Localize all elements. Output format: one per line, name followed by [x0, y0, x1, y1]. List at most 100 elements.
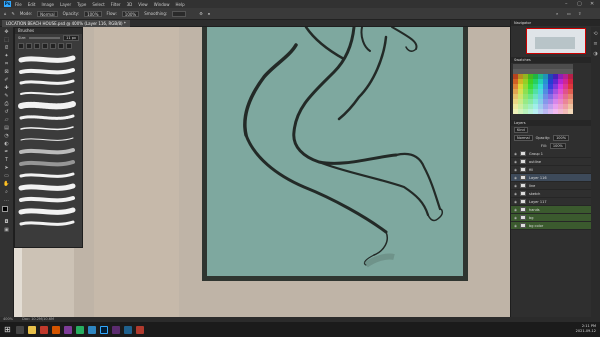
visibility-eye-icon[interactable]: ◉ [514, 160, 518, 164]
dodge-tool-icon[interactable]: ◐ [3, 141, 11, 147]
mode-select[interactable]: Normal [37, 10, 58, 17]
system-clock[interactable]: 2:11 PM 2021-09-12 [576, 324, 596, 334]
menu-layer[interactable]: Layer [60, 2, 71, 7]
menu-filter[interactable]: Filter [111, 2, 121, 7]
brush-size-input[interactable]: 11 px [63, 35, 79, 41]
screen-mode-icon[interactable]: ▣ [3, 227, 11, 233]
foreground-color[interactable] [1, 206, 8, 212]
visibility-eye-icon[interactable]: ◉ [514, 216, 518, 220]
visibility-eye-icon[interactable]: ◉ [514, 208, 518, 212]
frame-tool-icon[interactable]: ⊠ [3, 69, 11, 75]
recent-brush[interactable] [34, 43, 40, 49]
more-tools-icon[interactable]: … [3, 197, 11, 203]
menu-image[interactable]: Image [41, 2, 54, 7]
history-brush-tool-icon[interactable]: ↺ [3, 109, 11, 115]
close-button[interactable]: ✕ [590, 1, 594, 7]
swatches-panel-title[interactable]: Swatches [511, 57, 600, 63]
navigator-thumbnail[interactable] [525, 28, 586, 54]
adjustments-icon[interactable]: ◑ [591, 51, 600, 57]
search-icon[interactable]: ⌕ [556, 11, 558, 16]
visibility-eye-icon[interactable]: ◉ [514, 168, 518, 172]
symmetry-icon[interactable]: ᴥ [208, 11, 210, 16]
blur-tool-icon[interactable]: ◔ [3, 133, 11, 139]
visibility-eye-icon[interactable]: ◉ [514, 224, 518, 228]
zoom-level[interactable]: 400% [3, 317, 13, 321]
menu-3d[interactable]: 3D [127, 2, 133, 7]
visibility-eye-icon[interactable]: ◉ [514, 192, 518, 196]
recent-brush[interactable] [42, 43, 48, 49]
app-icon[interactable] [112, 325, 120, 334]
properties-icon[interactable]: ≡ [591, 41, 600, 47]
recent-brush[interactable] [50, 43, 56, 49]
layer-row[interactable]: ◉ bg color [511, 222, 600, 230]
layer-row[interactable]: ◉ bg [511, 214, 600, 222]
color-swatch[interactable] [568, 109, 573, 114]
hand-tool-icon[interactable]: ✋ [3, 181, 11, 187]
photoshop-logo-icon[interactable]: Ps [4, 1, 11, 7]
marquee-tool-icon[interactable]: ⬚ [3, 37, 11, 43]
share-icon[interactable]: ⇪ [578, 11, 581, 16]
menu-type[interactable]: Type [77, 2, 86, 7]
workspace-icon[interactable]: ▭ [567, 11, 571, 16]
visibility-eye-icon[interactable]: ◉ [514, 200, 518, 204]
layer-row[interactable]: ◉ hands [511, 206, 600, 214]
brush-tool-icon[interactable]: ✎ [3, 93, 11, 99]
canvas-area[interactable] [14, 27, 510, 317]
clone-stamp-tool-icon[interactable]: ⎙ [3, 101, 11, 107]
photoshop-taskbar-icon[interactable] [100, 325, 108, 334]
app-icon[interactable] [136, 325, 144, 334]
minimize-button[interactable]: – [565, 1, 568, 7]
artwork-canvas[interactable] [14, 27, 510, 317]
recent-brush[interactable] [58, 43, 64, 49]
recent-brush[interactable] [26, 43, 32, 49]
eyedropper-tool-icon[interactable]: ✐ [3, 77, 11, 83]
maximize-button[interactable]: ▢ [577, 1, 582, 7]
visibility-eye-icon[interactable]: ◉ [514, 152, 518, 156]
menu-file[interactable]: File [15, 2, 22, 7]
home-icon[interactable]: ⌂ [4, 11, 7, 16]
recent-brush[interactable] [18, 43, 24, 49]
magic-wand-tool-icon[interactable]: ✦ [3, 53, 11, 59]
gradient-tool-icon[interactable]: ▤ [3, 125, 11, 131]
rectangle-tool-icon[interactable]: ▭ [3, 173, 11, 179]
menu-window[interactable]: Window [154, 2, 170, 7]
file-explorer-icon[interactable] [28, 325, 36, 334]
layer-row[interactable]: ◉ sketch [511, 190, 600, 198]
layer-row[interactable]: ◉ line [511, 182, 600, 190]
app-icon[interactable] [88, 325, 96, 334]
visibility-eye-icon[interactable]: ◉ [514, 184, 518, 188]
visibility-eye-icon[interactable]: ◉ [514, 176, 518, 180]
menu-edit[interactable]: Edit [28, 2, 36, 7]
crop-tool-icon[interactable]: ⌗ [3, 61, 11, 67]
layer-row[interactable]: ◉ Layer 117 [511, 198, 600, 206]
windows-start-icon[interactable]: ⊞ [4, 325, 12, 334]
layer-opacity-input[interactable]: 100% [553, 135, 570, 141]
recent-brush[interactable] [66, 43, 72, 49]
quick-mask-icon[interactable]: ◘ [3, 219, 11, 225]
menu-help[interactable]: Help [175, 2, 184, 7]
opacity-input[interactable]: 100% [84, 10, 102, 17]
blend-mode-select[interactable]: Normal [514, 135, 533, 141]
search-taskbar-icon[interactable] [16, 325, 24, 334]
settings-icon[interactable]: ⚙ [199, 11, 203, 16]
flow-input[interactable]: 100% [121, 10, 140, 17]
document-tab[interactable]: LOCATION BEACH HOUSE.psd @ 400% (Layer 1… [2, 20, 130, 27]
menu-select[interactable]: Select [92, 2, 104, 7]
brush-tool-icon[interactable]: ✎ [12, 11, 15, 16]
brush-size-slider[interactable] [29, 37, 61, 39]
lasso-tool-icon[interactable]: ᘓ [3, 45, 11, 51]
eraser-tool-icon[interactable]: ▱ [3, 117, 11, 123]
navigator-panel-title[interactable]: Navigator [511, 20, 600, 26]
history-icon[interactable]: ⟲ [591, 31, 600, 37]
brush-stroke-list[interactable] [15, 52, 82, 237]
layer-row[interactable]: ◉ Group 1 [511, 150, 600, 158]
type-tool-icon[interactable]: T [3, 157, 11, 163]
layer-fill-input[interactable]: 100% [549, 143, 566, 149]
color-swatches[interactable] [1, 206, 12, 216]
menu-view[interactable]: View [138, 2, 148, 7]
move-tool-icon[interactable]: ✥ [3, 29, 11, 35]
layer-row[interactable]: ◉ outline [511, 158, 600, 166]
app-icon[interactable] [124, 325, 132, 334]
swatch-grid[interactable] [513, 64, 600, 114]
app-icon[interactable] [52, 325, 60, 334]
